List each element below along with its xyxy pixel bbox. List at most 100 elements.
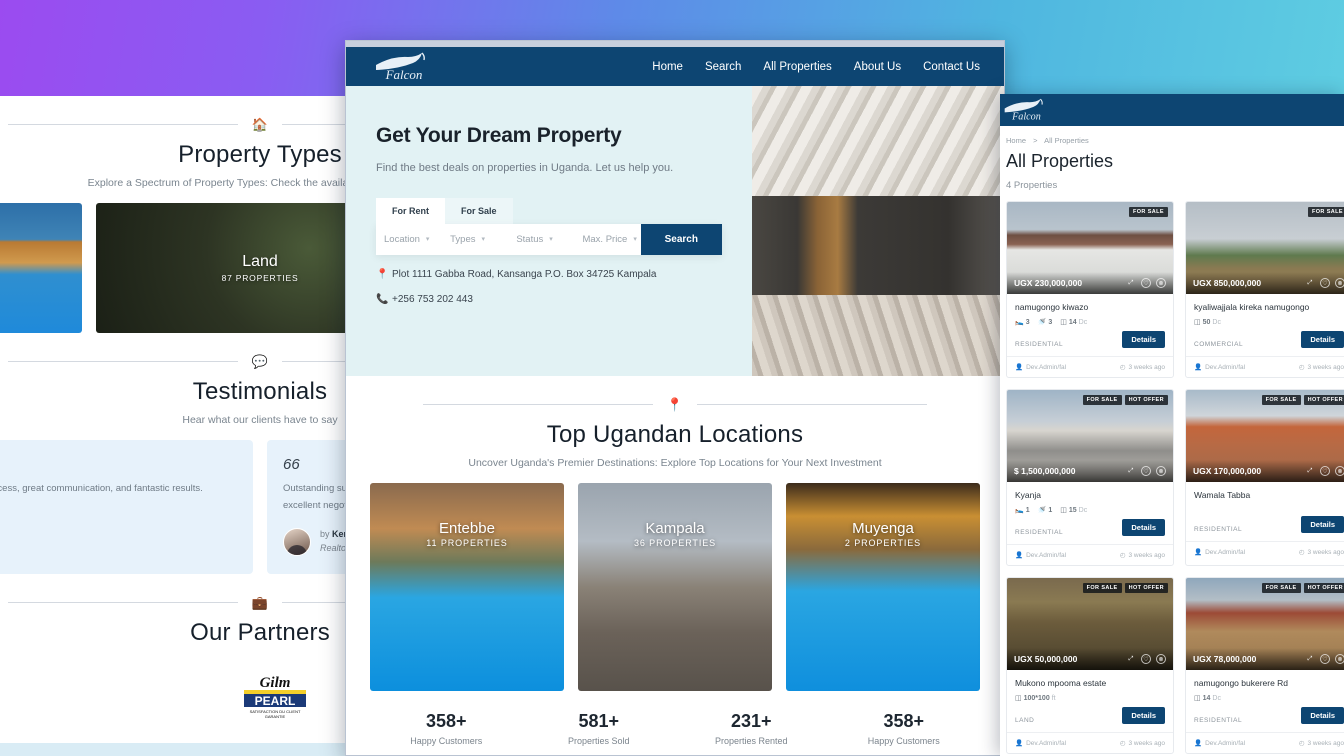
testimonials-list: 66 Incredible experience selling our pro… bbox=[0, 426, 345, 575]
search-field-status[interactable]: Status ▾ bbox=[508, 224, 574, 255]
browser-window-all-properties[interactable]: Falcon Home Search All Properties About … bbox=[1000, 94, 1344, 756]
testimonial-author: by Kenya Soval Realtor, Company Inc. bbox=[283, 528, 345, 557]
property-title[interactable]: namugongo bukerere Rd bbox=[1194, 678, 1344, 688]
browser-window-home[interactable]: Falcon Home Search All Properties About … bbox=[345, 40, 1005, 756]
heart-icon[interactable]: ♡ bbox=[1141, 278, 1151, 288]
property-price: UGX 230,000,000 bbox=[1014, 278, 1083, 288]
expand-icon[interactable]: ⤢ bbox=[1126, 278, 1136, 288]
search-field-types[interactable]: Types ▾ bbox=[442, 224, 508, 255]
clock-icon: ◴ bbox=[1119, 552, 1126, 559]
property-title[interactable]: Wamala Tabba bbox=[1194, 490, 1344, 500]
location-card-entebbe[interactable]: Entebbe 11 PROPERTIES bbox=[370, 483, 564, 691]
testimonial-role: Realtor, Company Inc. bbox=[320, 543, 345, 554]
compare-icon[interactable]: ⊗ bbox=[1335, 466, 1344, 476]
hero-section: Get Your Dream Property Find the best de… bbox=[346, 86, 1004, 376]
compare-icon[interactable]: ⊗ bbox=[1156, 466, 1166, 476]
heart-icon[interactable]: ♡ bbox=[1320, 278, 1330, 288]
tab-for-rent[interactable]: For Rent bbox=[376, 197, 445, 224]
property-type-name: Land bbox=[242, 253, 278, 270]
property-card[interactable]: FOR SALE HOT OFFER UGX 78,000,000 ⤢ ♡ ⊗ bbox=[1185, 577, 1344, 754]
property-footer: 👤 Dev.Admin/fal ◴ 3 weeks ago bbox=[1186, 356, 1344, 377]
property-author: 👤 Dev.Admin/fal bbox=[1015, 363, 1066, 372]
property-badges: FOR SALE bbox=[1307, 207, 1344, 217]
search-field-location[interactable]: Location ▾ bbox=[376, 224, 442, 255]
property-card[interactable]: FOR SALE HOT OFFER UGX 50,000,000 ⤢ ♡ ⊗ bbox=[1006, 577, 1174, 754]
divider-line-right bbox=[282, 602, 345, 604]
breadcrumb-home[interactable]: Home bbox=[1006, 136, 1026, 145]
heart-icon[interactable]: ♡ bbox=[1320, 654, 1330, 664]
heart-icon[interactable]: ♡ bbox=[1141, 654, 1151, 664]
property-title[interactable]: namugongo kiwazo bbox=[1015, 302, 1165, 312]
page-title: All Properties bbox=[1006, 151, 1114, 171]
details-button[interactable]: Details bbox=[1301, 516, 1344, 533]
compare-icon[interactable]: ⊗ bbox=[1335, 654, 1344, 664]
details-button[interactable]: Details bbox=[1301, 331, 1344, 348]
location-count: 2 PROPERTIES bbox=[844, 538, 922, 549]
partners-carousel[interactable]: ‹ LAB Gilm bbox=[0, 659, 345, 734]
expand-icon[interactable]: ⤢ bbox=[1305, 654, 1315, 664]
bath-count: 3 bbox=[1048, 318, 1053, 326]
details-button[interactable]: Details bbox=[1122, 707, 1165, 724]
property-type: LAND bbox=[1015, 717, 1035, 724]
property-type-card-residential[interactable]: Residential 111 PROPERTIES bbox=[0, 203, 82, 333]
expand-icon[interactable]: ⤢ bbox=[1305, 466, 1315, 476]
falcon-logo[interactable]: Falcon bbox=[370, 51, 442, 83]
property-card[interactable]: FOR SALE HOT OFFER $ 1,500,000,000 ⤢ ♡ ⊗ bbox=[1006, 389, 1174, 566]
property-type-card-land[interactable]: Land 87 PROPERTIES bbox=[96, 203, 345, 333]
compare-icon[interactable]: ⊗ bbox=[1335, 278, 1344, 288]
property-badges: FOR SALE HOT OFFER bbox=[1082, 395, 1168, 405]
heart-icon[interactable]: ♡ bbox=[1141, 466, 1151, 476]
details-button[interactable]: Details bbox=[1122, 331, 1165, 348]
stat-number: 581+ bbox=[578, 711, 620, 731]
nav-link-about-us[interactable]: About Us bbox=[854, 61, 901, 73]
testimonial-text: Outstanding support throughout the entir… bbox=[283, 483, 345, 511]
property-card[interactable]: FOR SALE UGX 230,000,000 ⤢ ♡ ⊗ namugongo… bbox=[1006, 201, 1174, 378]
stat-item: 581+ Properties Sold bbox=[523, 711, 676, 746]
hero-search-button[interactable]: Search bbox=[640, 223, 722, 255]
nav-link-contact-us[interactable]: Contact Us bbox=[923, 61, 980, 73]
property-image: FOR SALE HOT OFFER UGX 78,000,000 ⤢ ♡ ⊗ bbox=[1186, 578, 1344, 670]
expand-icon[interactable]: ⤢ bbox=[1126, 466, 1136, 476]
stat-label: Properties Rented bbox=[714, 736, 788, 746]
details-button[interactable]: Details bbox=[1122, 519, 1165, 536]
stat-number: 358+ bbox=[883, 711, 925, 731]
tab-for-sale[interactable]: For Sale bbox=[445, 197, 513, 224]
property-body: Kyanja 🛌 1 🚿 1 ◫ 15 Dc RESIDENTIAL Details bbox=[1007, 482, 1173, 544]
property-author: 👤 Dev.Admin/fal bbox=[1194, 363, 1245, 372]
testimonial-card: 66 Outstanding support throughout the en… bbox=[267, 440, 345, 575]
property-footer: 👤 Dev.Admin/fal ◴ 3 weeks ago bbox=[1007, 356, 1173, 377]
nav-link-home[interactable]: Home bbox=[652, 61, 683, 73]
nav-link-search[interactable]: Search bbox=[705, 61, 741, 73]
area-unit: Dc bbox=[1078, 318, 1088, 326]
property-footer: 👤 Dev.Admin/fal ◴ 3 weeks ago bbox=[1186, 732, 1344, 753]
compare-icon[interactable]: ⊗ bbox=[1156, 654, 1166, 664]
search-field-max-price[interactable]: Max. Price ▾ bbox=[574, 224, 640, 255]
nav-link-all-properties[interactable]: All Properties bbox=[763, 61, 831, 73]
heart-icon[interactable]: ♡ bbox=[1320, 466, 1330, 476]
newsletter-section: Sign up to our newsletter Keep in touch … bbox=[0, 743, 345, 756]
property-card[interactable]: FOR SALE HOT OFFER UGX 170,000,000 ⤢ ♡ ⊗ bbox=[1185, 389, 1344, 566]
property-title[interactable]: kyaliwajjala kireka namugongo bbox=[1194, 302, 1344, 312]
expand-icon[interactable]: ⤢ bbox=[1126, 654, 1136, 664]
property-price-bar: UGX 850,000,000 ⤢ ♡ ⊗ bbox=[1186, 272, 1344, 294]
location-overlay: Muyenga 2 PROPERTIES bbox=[786, 520, 980, 548]
falcon-logo[interactable]: Falcon bbox=[1000, 97, 1056, 123]
expand-icon[interactable]: ⤢ bbox=[1305, 278, 1315, 288]
clock-icon: ◴ bbox=[1298, 364, 1305, 371]
compare-icon[interactable]: ⊗ bbox=[1156, 278, 1166, 288]
location-card-kampala[interactable]: Kampala 36 PROPERTIES bbox=[578, 483, 772, 691]
location-card-muyenga[interactable]: Muyenga 2 PROPERTIES bbox=[786, 483, 980, 691]
property-footer: 👤 Dev.Admin/fal ◴ 3 weeks ago bbox=[1007, 544, 1173, 565]
property-card[interactable]: FOR SALE UGX 850,000,000 ⤢ ♡ ⊗ kyaliwajj… bbox=[1185, 201, 1344, 378]
property-title[interactable]: Kyanja bbox=[1015, 490, 1165, 500]
property-action-icons: ⤢ ♡ ⊗ bbox=[1305, 466, 1344, 476]
details-button[interactable]: Details bbox=[1301, 707, 1344, 724]
hero-image-interior bbox=[752, 86, 1004, 376]
divider-line-left bbox=[422, 404, 653, 405]
briefcase-icon: 💼 bbox=[251, 595, 269, 611]
browser-window-home-lower[interactable]: 🏠 Property Types Explore a Spectrum of P… bbox=[0, 96, 345, 756]
property-title[interactable]: Mukono mpooma estate bbox=[1015, 678, 1165, 688]
property-body: Mukono mpooma estate ◫ 100*100 ft LAND Det… bbox=[1007, 670, 1173, 732]
hero-image-wall bbox=[752, 196, 1004, 295]
clock-icon: ◴ bbox=[1119, 364, 1126, 371]
